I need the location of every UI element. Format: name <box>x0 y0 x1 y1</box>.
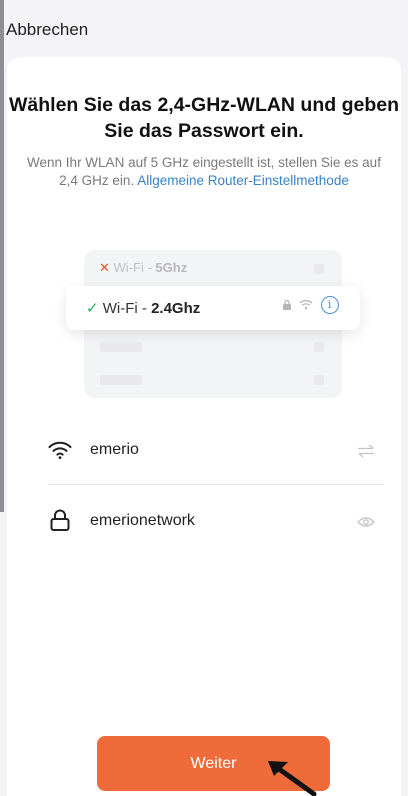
wifi-24ghz-prefix: Wi-Fi - <box>102 300 152 317</box>
placeholder-square <box>314 375 324 385</box>
lock-icon <box>50 509 70 531</box>
wifi-name-field[interactable]: emerio <box>48 432 388 468</box>
placeholder-bar <box>100 375 142 385</box>
placeholder-square <box>314 264 324 274</box>
wifi-name-value: emerio <box>90 441 139 458</box>
description: Wenn Ihr WLAN auf 5 GHz eingestellt ist,… <box>24 154 384 190</box>
cross-icon: ✕ <box>99 260 110 275</box>
placeholder-bar <box>100 342 142 352</box>
placeholder-square <box>314 342 324 352</box>
field-divider <box>48 484 384 485</box>
check-icon: ✓ <box>86 300 99 317</box>
cancel-button[interactable]: Abbrechen <box>6 20 88 40</box>
lock-icon <box>283 300 291 311</box>
wifi-24ghz-row: ✓ Wi-Fi - 2.4Ghz <box>86 299 200 317</box>
wifi-icon <box>299 300 313 310</box>
left-edge-strip <box>0 0 4 512</box>
wifi-icon <box>48 441 72 459</box>
page-title: Wählen Sie das 2,4-GHz-WLAN und geben Si… <box>8 94 400 142</box>
wifi-24ghz-icons: i <box>282 296 339 314</box>
switch-network-icon[interactable] <box>357 444 375 458</box>
eye-icon[interactable] <box>357 516 375 528</box>
wifi-5ghz-band: 5Ghz <box>155 260 188 275</box>
wifi-24ghz-band: 2.4Ghz <box>151 300 201 317</box>
password-field[interactable]: emerionetwork <box>48 503 388 539</box>
wifi-5ghz-row: ✕ Wi-Fi - 5Ghz <box>99 260 187 276</box>
pointer-arrow-icon <box>268 761 317 796</box>
info-icon: i <box>320 296 339 314</box>
wifi-5ghz-prefix: Wi-Fi - <box>113 260 156 275</box>
password-value: emerionetwork <box>90 512 195 529</box>
router-settings-link[interactable]: Allgemeine Router-Einstellmethode <box>137 173 349 188</box>
